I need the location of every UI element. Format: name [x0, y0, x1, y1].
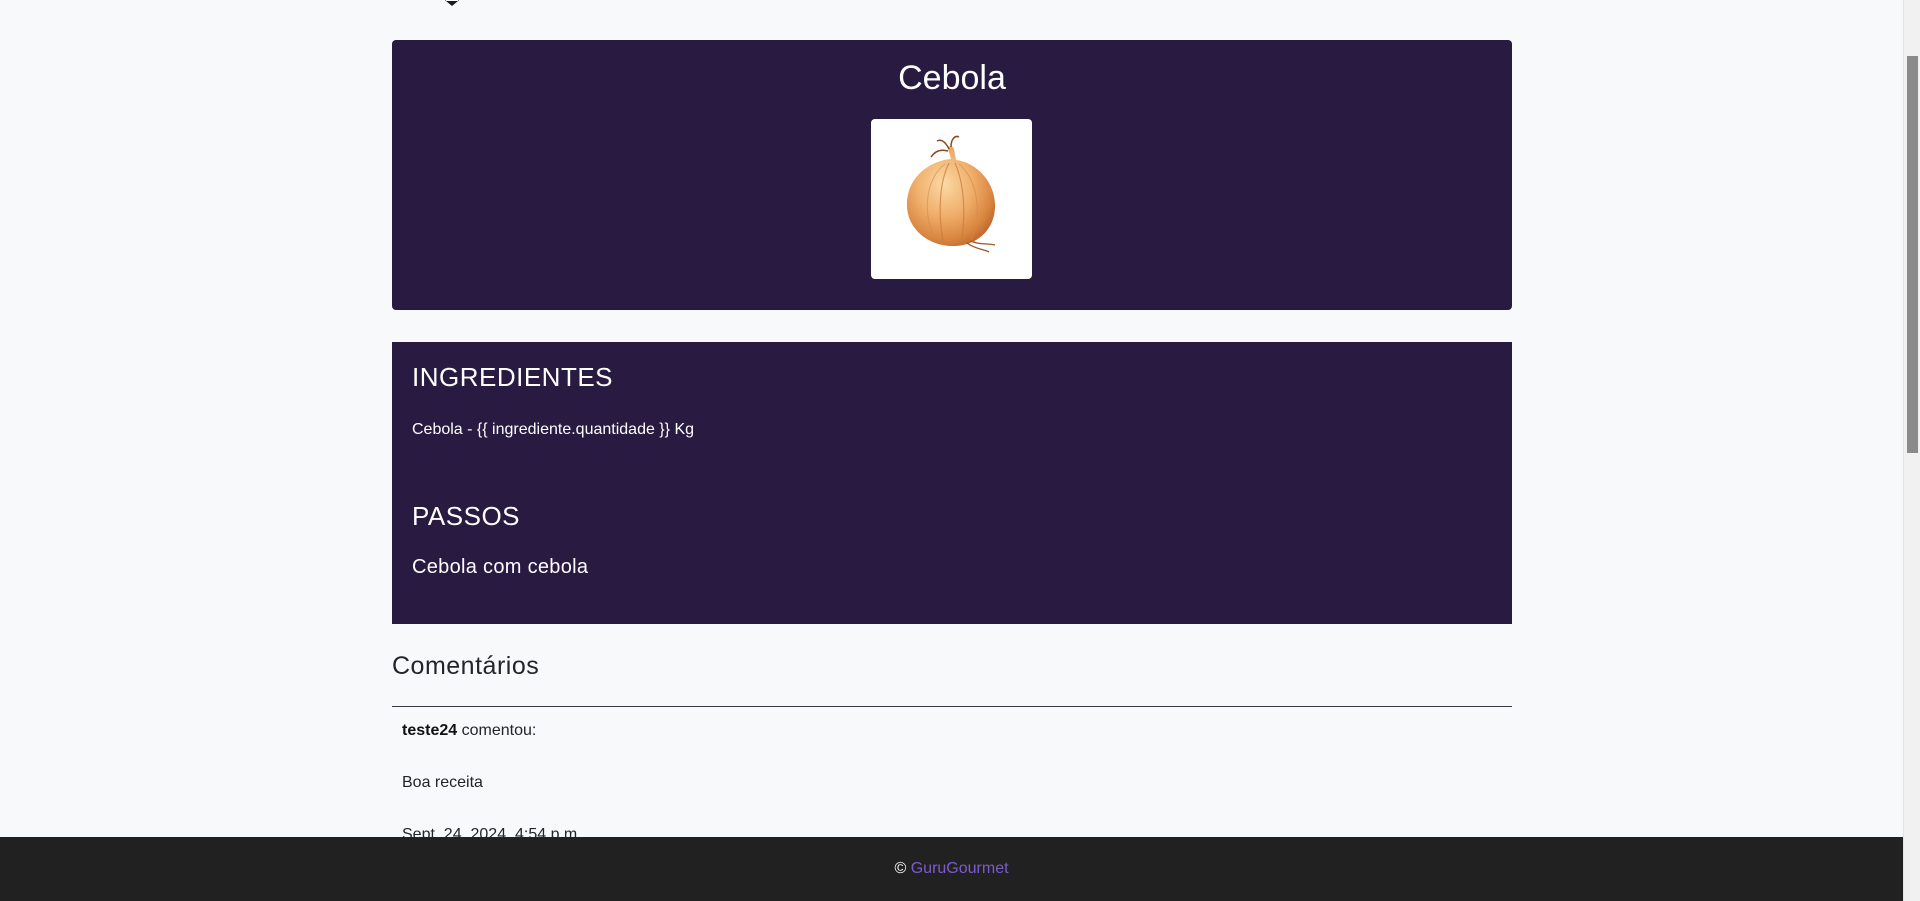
- comment-author-line: teste24 comentou:: [402, 722, 536, 740]
- recipe-header-card: Cebola: [392, 40, 1512, 310]
- comment-verb: comentou:: [461, 722, 537, 739]
- footer-brand-link[interactable]: GuruGourmet: [911, 860, 1009, 877]
- ingredients-heading: INGREDIENTES: [412, 362, 614, 392]
- comment-text: Boa receita: [402, 774, 483, 791]
- step-text: Cebola com cebola: [412, 556, 589, 578]
- page-viewport: Cebola INGREDIENTES Cebola - {{ingredie…: [0, 0, 1903, 901]
- site-logo-icon[interactable]: [432, 0, 472, 8]
- steps-heading: PASSOS: [412, 501, 521, 531]
- recipe-title: Cebola: [898, 59, 1006, 97]
- recipe-details-card: INGREDIENTES Cebola - {{ ingrediente.qua…: [392, 342, 1512, 624]
- copyright-symbol: ©: [894, 860, 907, 877]
- vertical-scrollbar[interactable]: [1903, 0, 1920, 901]
- comment-author: teste24: [402, 722, 458, 739]
- comments-heading: Comentários: [392, 652, 540, 680]
- scrollbar-thumb[interactable]: [1907, 56, 1918, 453]
- site-footer: © GuruGourmet: [0, 837, 1903, 901]
- comments-divider: [392, 706, 1512, 707]
- ingredient-item: Cebola - {{ ingrediente.quantidade }} Kg: [412, 421, 695, 438]
- onion-image: [871, 119, 1032, 279]
